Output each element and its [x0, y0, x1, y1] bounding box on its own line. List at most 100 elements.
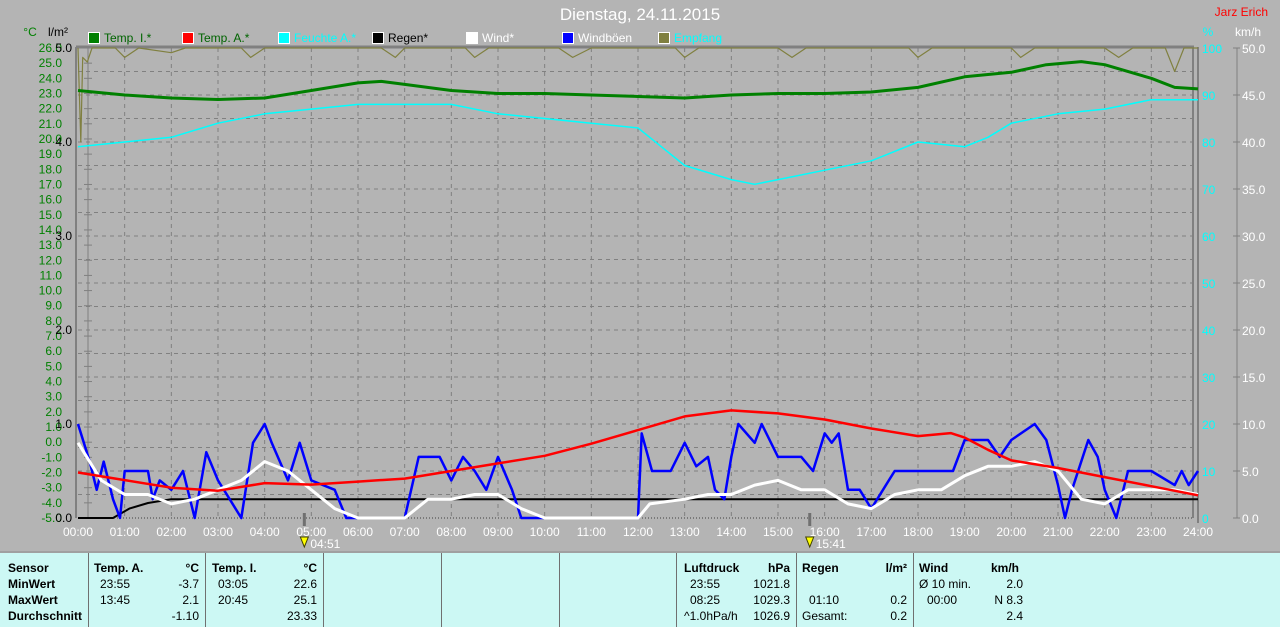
x-tick-label: 11:00	[577, 525, 606, 539]
temp-tick-label: -4.0	[41, 496, 62, 510]
sensor-column: Sensor MinWert MaxWert Durchschnitt	[0, 553, 89, 627]
rain-header: Regen	[802, 561, 839, 575]
temp-a-min: -3.7	[178, 577, 199, 591]
row-label-min: MinWert	[8, 577, 56, 591]
pressure-unit: hPa	[767, 561, 790, 575]
humidity-tick-label: 40	[1202, 324, 1216, 338]
temp-i-max: 25.1	[293, 593, 317, 607]
pressure-header: Luftdruck	[684, 561, 740, 575]
x-tick-label: 01:00	[110, 525, 140, 539]
temp-tick-label: 23.0	[39, 86, 63, 100]
wind-tick-label: 10.0	[1242, 418, 1266, 432]
wind-header: Wind	[919, 561, 949, 575]
temp-tick-label: 15.0	[39, 208, 63, 222]
x-tick-label: 09:00	[483, 525, 513, 539]
temp-tick-label: 19.0	[39, 147, 63, 161]
temp-i-header: Temp. I.	[212, 561, 257, 575]
humidity-tick-label: 100	[1202, 42, 1222, 56]
temp-tick-label: 17.0	[39, 177, 63, 191]
x-tick-label: 06:00	[343, 525, 373, 539]
rain-axis-unit: l/m²	[48, 25, 68, 39]
wind-avg: 2.0	[1006, 577, 1023, 591]
wind-tick-label: 25.0	[1242, 277, 1266, 291]
temp-i-min-time: 03:05	[218, 577, 249, 591]
temp-tick-label: -2.0	[41, 466, 62, 480]
rain-max: 0.2	[890, 593, 907, 607]
humidity-tick-label: 0	[1202, 512, 1209, 526]
row-label-max: MaxWert	[8, 593, 58, 607]
pressure-trend: ^1.0hPa/h	[684, 609, 738, 623]
wind-tick-label: 5.0	[1242, 465, 1259, 479]
humidity-tick-label: 90	[1202, 89, 1216, 103]
rain-total: 0.2	[890, 609, 907, 623]
rain-tick-label: 0.0	[55, 511, 72, 525]
temp-tick-label: 0.0	[45, 435, 62, 449]
x-tick-label: 24:00	[1183, 525, 1213, 539]
temp-a-max: 2.1	[182, 593, 199, 607]
temp-tick-label: 9.0	[45, 299, 62, 313]
x-tick-label: 10:00	[530, 525, 560, 539]
humidity-tick-label: 50	[1202, 277, 1216, 291]
temp-a-column: Temp. A. °C 23:55 -3.7 13:45 2.1 -1.10	[88, 553, 206, 627]
x-tick-label: 20:00	[996, 525, 1026, 539]
temp-tick-label: -1.0	[41, 450, 62, 464]
empty-column	[441, 553, 560, 627]
x-tick-label: 05:00	[296, 525, 326, 539]
x-tick-label: 00:00	[63, 525, 93, 539]
x-tick-label: 15:00	[763, 525, 793, 539]
empty-column	[559, 553, 677, 627]
x-tick-label: 22:00	[1090, 525, 1120, 539]
temp-a-unit: °C	[185, 561, 199, 575]
temp-tick-label: 12.0	[39, 253, 63, 267]
humidity-tick-label: 10	[1202, 465, 1216, 479]
temp-tick-label: -3.0	[41, 481, 62, 495]
humidity-tick-label: 20	[1202, 418, 1216, 432]
humidity-tick-label: 30	[1202, 371, 1216, 385]
temp-tick-label: 3.0	[45, 390, 62, 404]
wind-tick-label: 40.0	[1242, 136, 1266, 150]
temp-tick-label: 22.0	[39, 102, 63, 116]
x-tick-label: 02:00	[156, 525, 186, 539]
pressure-column: Luftdruck hPa 23:55 1021.8 08:25 1029.3 …	[676, 553, 797, 627]
pressure-max: 1029.3	[753, 593, 790, 607]
sensor-header: Sensor	[8, 561, 49, 575]
wind-tick-label: 35.0	[1242, 183, 1266, 197]
x-tick-label: 19:00	[950, 525, 980, 539]
humidity-tick-label: 60	[1202, 230, 1216, 244]
pressure-min: 1021.8	[753, 577, 790, 591]
rain-unit: l/m²	[885, 561, 907, 575]
temp-tick-label: 5.0	[45, 359, 62, 373]
temp-a-avg: -1.10	[171, 609, 199, 623]
wind-avg-label: Ø 10 min.	[919, 577, 972, 591]
wind-column: Wind km/h Ø 10 min. 2.0 00:00 N 8.3 2.4	[913, 553, 1280, 627]
temp-i-unit: °C	[303, 561, 317, 575]
wind-axis-unit: km/h	[1235, 25, 1261, 39]
wind-tick-label: 0.0	[1242, 512, 1259, 526]
rain-max-time: 01:10	[809, 593, 840, 607]
x-tick-label: 14:00	[716, 525, 746, 539]
temp-axis-unit: °C	[23, 25, 37, 39]
temp-i-column: Temp. I. °C 03:05 22.6 20:45 25.1 23.33	[205, 553, 324, 627]
wind-tick-label: 50.0	[1242, 42, 1266, 56]
temp-tick-label: 21.0	[39, 117, 63, 131]
wind-tick-label: 45.0	[1242, 89, 1266, 103]
temp-a-max-time: 13:45	[100, 593, 131, 607]
temp-tick-label: 10.0	[39, 284, 63, 298]
temp-tick-label: 16.0	[39, 193, 63, 207]
x-tick-label: 17:00	[856, 525, 886, 539]
weather-chart: 04:51 15:4126.025.024.023.022.021.020.019…	[23, 25, 1266, 551]
temp-tick-label: 18.0	[39, 162, 63, 176]
rain-column: Regen l/m² 01:10 0.2 Gesamt: 0.2	[796, 553, 914, 627]
wind-tick-label: 20.0	[1242, 324, 1266, 338]
rain-total-label: Gesamt:	[802, 609, 848, 623]
rain-tick-label: 1.0	[55, 417, 72, 431]
x-tick-label: 07:00	[390, 525, 420, 539]
x-tick-label: 18:00	[903, 525, 933, 539]
pressure-current: 1026.9	[753, 609, 790, 623]
temp-tick-label: 25.0	[39, 56, 63, 70]
wind-tick-label: 30.0	[1242, 230, 1266, 244]
pressure-max-time: 08:25	[690, 593, 721, 607]
temp-a-header: Temp. A.	[94, 561, 144, 575]
x-tick-label: 03:00	[203, 525, 233, 539]
row-label-avg: Durchschnitt	[8, 609, 83, 623]
